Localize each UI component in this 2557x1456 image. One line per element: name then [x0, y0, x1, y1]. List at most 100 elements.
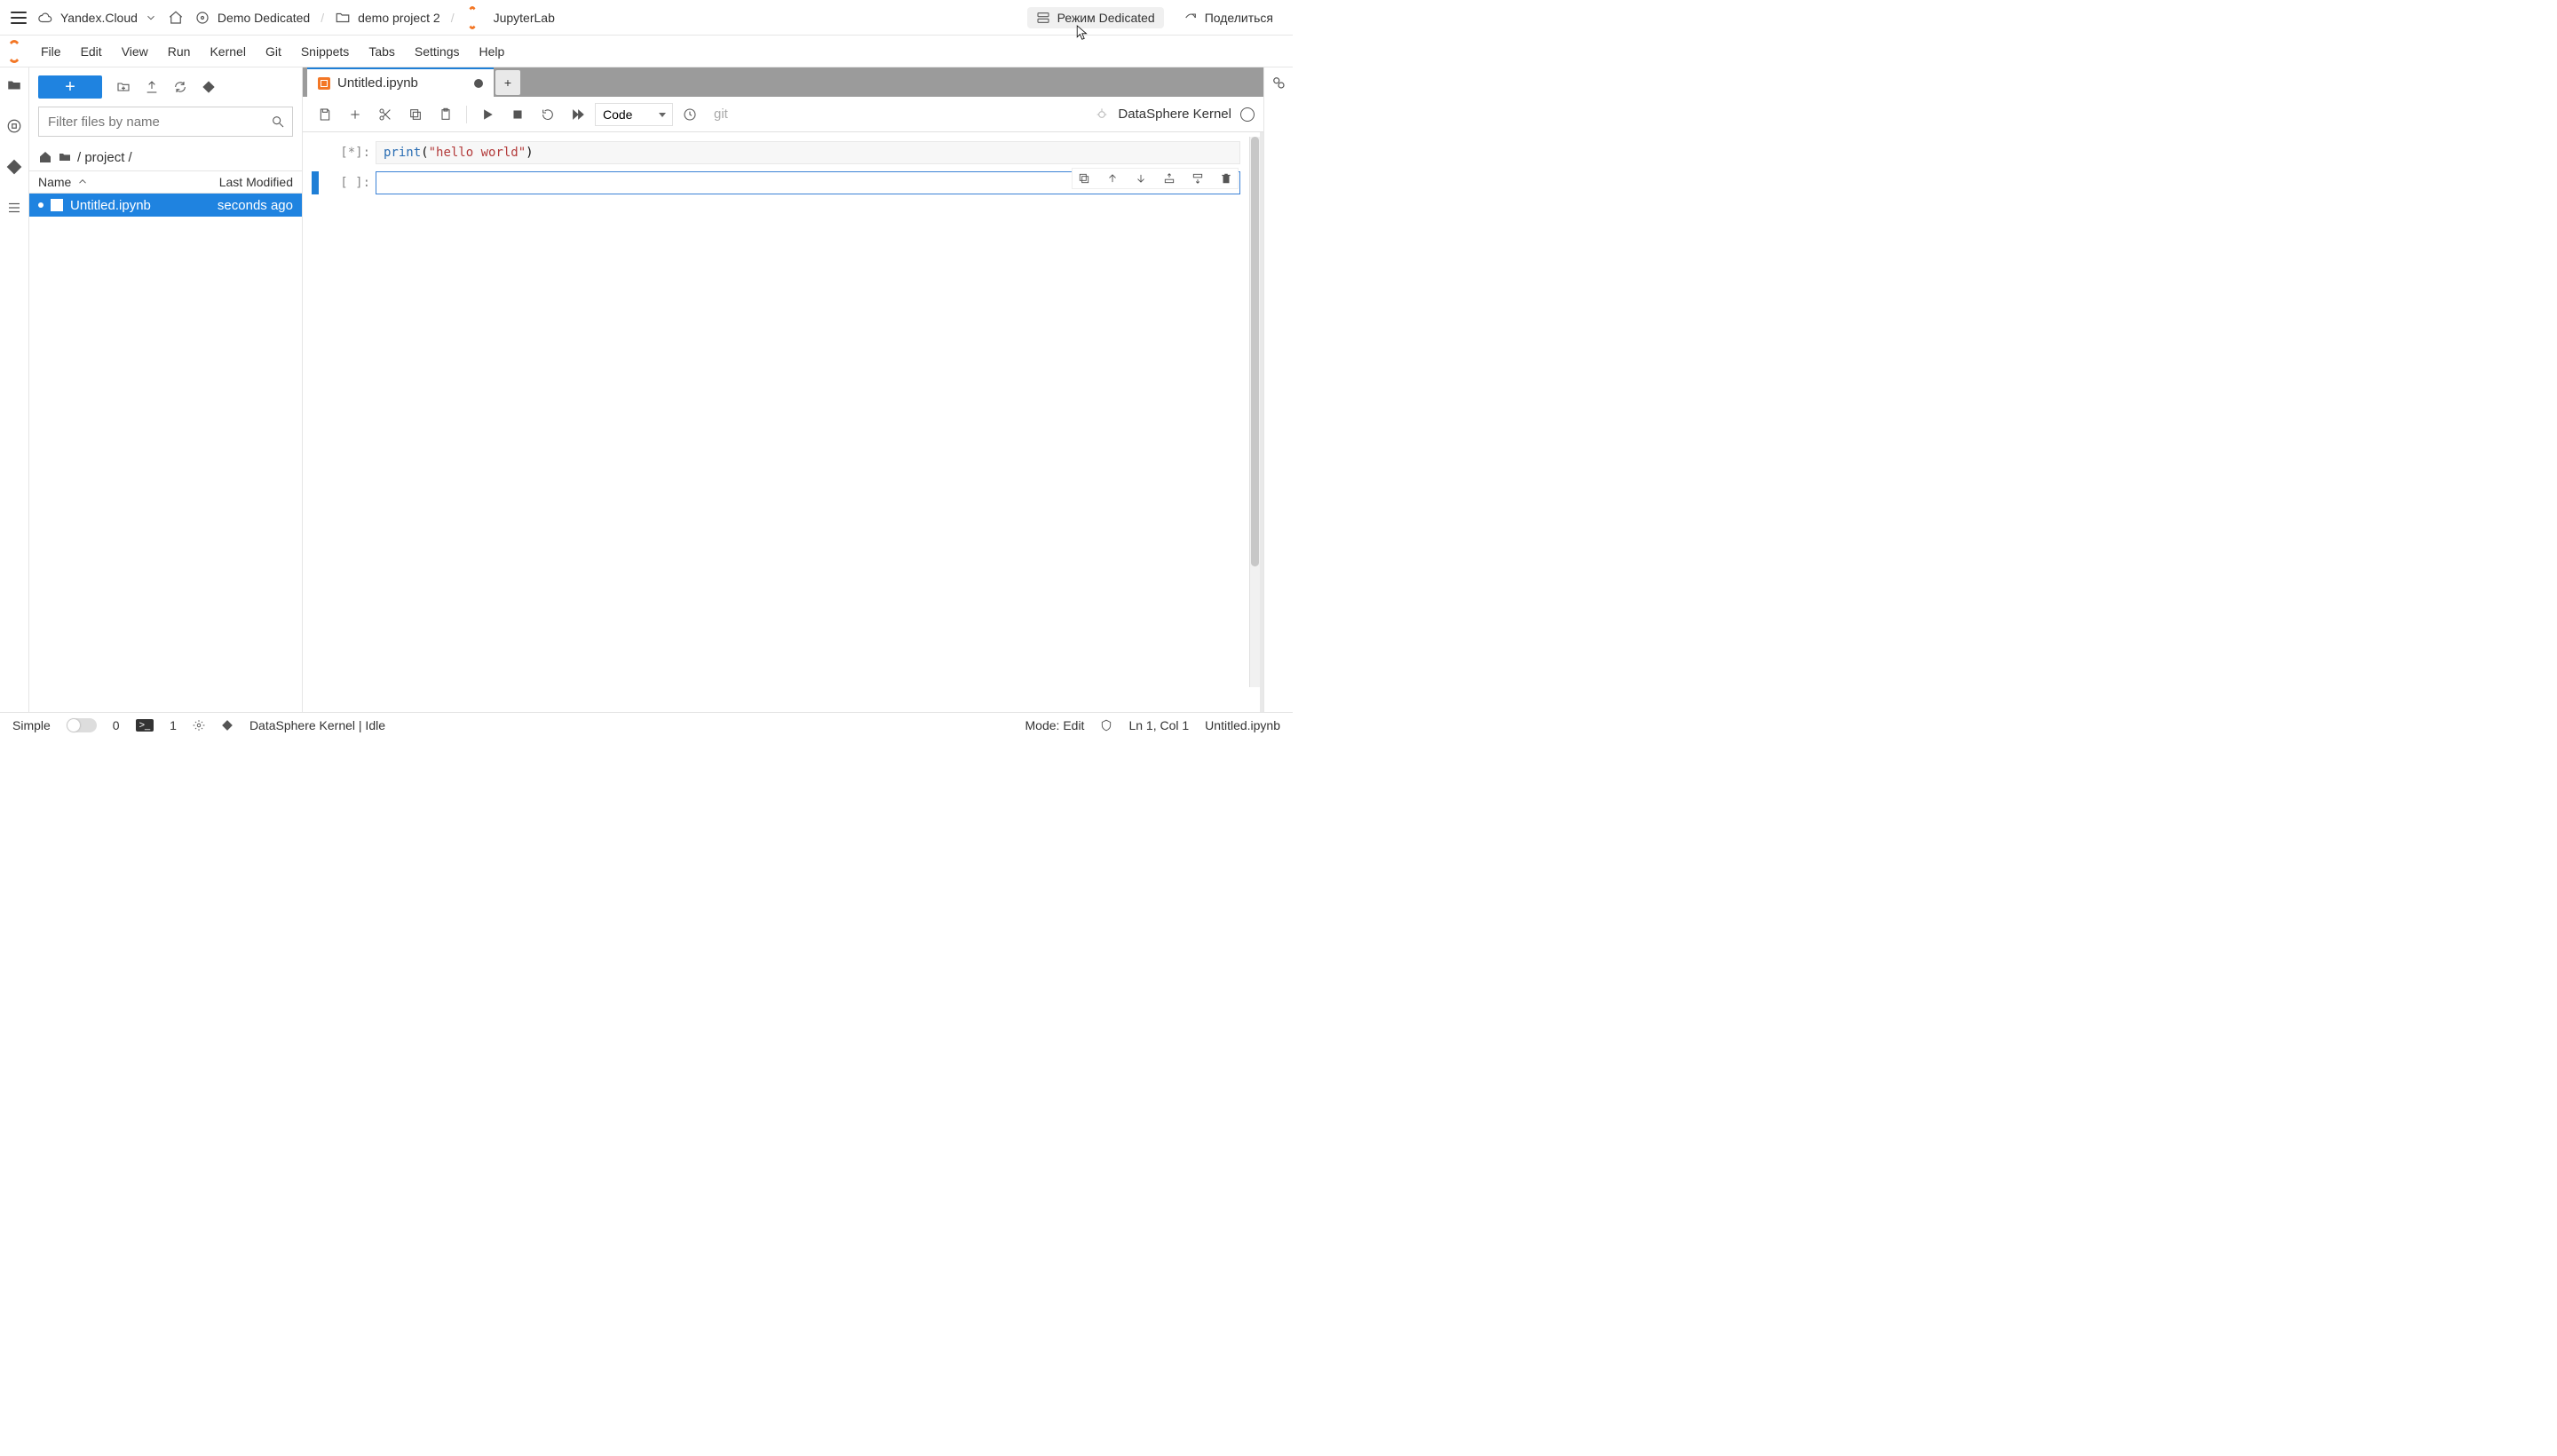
insert-above-icon	[1163, 172, 1176, 185]
code-cell-active[interactable]: [ ]:	[312, 171, 1240, 194]
right-activity-bar	[1263, 67, 1293, 712]
menu-file[interactable]: File	[32, 39, 70, 64]
property-inspector[interactable]	[1271, 75, 1286, 93]
run-button[interactable]	[474, 102, 501, 127]
menu-edit[interactable]: Edit	[72, 39, 111, 64]
home-icon[interactable]	[168, 10, 184, 26]
search-icon[interactable]	[271, 115, 285, 129]
cell-insertabove-button[interactable]	[1161, 170, 1177, 186]
activity-running[interactable]	[0, 115, 28, 137]
cut-button[interactable]	[372, 102, 399, 127]
cell-prompt: [*]:	[322, 141, 376, 164]
git-branch-icon	[6, 159, 22, 175]
status-bar: Simple 0 >_ 1 DataSphere Kernel | Idle M…	[0, 712, 1293, 737]
crumb-dedicated[interactable]: Demo Dedicated	[194, 10, 310, 26]
dedicated-mode-button[interactable]: Режим Dedicated	[1027, 7, 1164, 28]
git-label: git	[714, 107, 728, 122]
tab-title: Untitled.ipynb	[337, 75, 418, 91]
menu-settings[interactable]: Settings	[406, 39, 469, 64]
insert-cell-button[interactable]	[342, 102, 368, 127]
file-modified: seconds ago	[218, 198, 293, 213]
menu-view[interactable]: View	[113, 39, 157, 64]
simple-toggle[interactable]	[67, 718, 97, 732]
notebook-cells[interactable]: [*]: print("hello world") [ ]:	[303, 132, 1260, 712]
bug-icon	[1095, 107, 1109, 122]
menu-help[interactable]: Help	[470, 39, 513, 64]
hamburger-menu-icon[interactable]	[11, 12, 27, 24]
crumb-jupyter[interactable]: JupyterLab	[465, 11, 555, 25]
cell-duplicate-button[interactable]	[1076, 170, 1092, 186]
arrow-down-icon	[1135, 172, 1147, 185]
cell-type-select[interactable]: Code	[595, 103, 673, 126]
jupyter-logo-icon	[5, 43, 23, 60]
trusted-icon[interactable]	[1100, 719, 1112, 732]
new-launcher-button[interactable]: +	[38, 75, 102, 99]
copy-button[interactable]	[402, 102, 429, 127]
menu-snippets[interactable]: Snippets	[292, 39, 358, 64]
refresh-icon[interactable]	[173, 80, 187, 94]
git-icon[interactable]	[221, 719, 234, 732]
jupyter-icon	[465, 11, 479, 25]
status-kernel[interactable]: DataSphere Kernel | Idle	[249, 718, 385, 732]
terminals-count[interactable]: 0	[113, 718, 120, 732]
mode-label: Режим Dedicated	[1057, 11, 1155, 25]
status-mode[interactable]: Mode: Edit	[1025, 718, 1085, 732]
copy-icon	[408, 107, 423, 122]
copy-icon	[1078, 172, 1090, 185]
kernel-status-icon	[1240, 107, 1255, 122]
code-cell[interactable]: [*]: print("hello world")	[312, 141, 1240, 164]
cell-delete-button[interactable]	[1218, 170, 1234, 186]
clock-icon	[683, 107, 697, 122]
menu-kernel[interactable]: Kernel	[201, 39, 254, 64]
arrow-up-icon	[1106, 172, 1119, 185]
crumb-project[interactable]: demo project 2	[335, 10, 440, 26]
stop-circle-icon	[6, 118, 22, 134]
cell-editor[interactable]: print("hello world")	[376, 141, 1240, 164]
menu-tabs[interactable]: Tabs	[360, 39, 404, 64]
metadata-button[interactable]	[677, 102, 703, 127]
share-button[interactable]: Поделиться	[1175, 7, 1282, 28]
activity-toc[interactable]	[0, 197, 28, 218]
trash-icon	[1220, 172, 1232, 185]
terminal-chip-icon: >_	[136, 719, 154, 732]
new-folder-icon[interactable]	[116, 80, 131, 94]
status-cursor-pos[interactable]: Ln 1, Col 1	[1128, 718, 1189, 732]
cell-movedown-button[interactable]	[1133, 170, 1149, 186]
file-row[interactable]: Untitled.ipynb seconds ago	[29, 194, 302, 217]
gear-icon[interactable]	[193, 719, 205, 732]
fast-forward-icon	[571, 107, 585, 122]
server-icon	[1036, 11, 1050, 25]
file-browser: + / project / Name Last Modified Untitl	[29, 67, 303, 712]
cloud-selector[interactable]: Yandex.Cloud	[37, 10, 157, 26]
scissors-icon	[378, 107, 392, 122]
menu-run[interactable]: Run	[159, 39, 200, 64]
cell-insertbelow-button[interactable]	[1190, 170, 1206, 186]
paste-button[interactable]	[432, 102, 459, 127]
status-filename[interactable]: Untitled.ipynb	[1205, 718, 1280, 732]
save-button[interactable]	[312, 102, 338, 127]
upload-icon[interactable]	[145, 80, 159, 94]
scroll-thumb[interactable]	[1251, 137, 1259, 566]
git-clone-icon[interactable]	[202, 80, 216, 94]
folder-icon	[58, 150, 72, 164]
filelist-header[interactable]: Name Last Modified	[29, 170, 302, 194]
file-filter-input[interactable]	[48, 115, 262, 130]
filebrowser-toolbar: +	[29, 67, 302, 107]
tab-notebook[interactable]: Untitled.ipynb	[307, 67, 494, 97]
chevron-down-icon	[145, 12, 157, 24]
breadcrumb-path[interactable]: / project /	[29, 144, 302, 170]
restart-button[interactable]	[534, 102, 561, 127]
menu-git[interactable]: Git	[257, 39, 290, 64]
interrupt-button[interactable]	[504, 102, 531, 127]
activity-files[interactable]	[0, 75, 28, 96]
run-all-button[interactable]	[565, 102, 591, 127]
activity-git[interactable]	[0, 156, 28, 178]
vertical-scrollbar[interactable]	[1249, 137, 1260, 687]
folder-icon	[6, 77, 22, 93]
notebook-icon	[318, 77, 330, 90]
new-tab-button[interactable]: +	[495, 70, 520, 95]
file-filter	[29, 107, 302, 144]
cell-moveup-button[interactable]	[1104, 170, 1120, 186]
kernel-indicator[interactable]: DataSphere Kernel	[1095, 107, 1255, 122]
kernels-count[interactable]: 1	[170, 718, 177, 732]
